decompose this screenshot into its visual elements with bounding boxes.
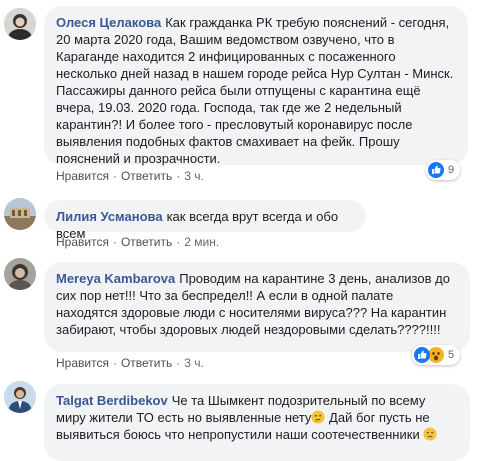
comment-bubble: Олеся Целакова Как гражданка РК требую по… xyxy=(44,6,468,166)
separator: · xyxy=(176,169,181,183)
comment-author[interactable]: Mereya Kambarova xyxy=(56,271,175,286)
reaction-summary[interactable]: 9 xyxy=(426,160,460,180)
comment-bubble: Talgat Berdibekov Че та Шымкент подозрите… xyxy=(44,384,470,461)
comment-actions: Нравится · Ответить · 3 ч. xyxy=(56,168,204,184)
like-icon xyxy=(414,347,430,363)
separator: · xyxy=(176,356,181,370)
comment-text: Как гражданка РК требую пояснений - сего… xyxy=(56,15,454,166)
reply-button[interactable]: Ответить xyxy=(121,356,172,370)
reaction-count: 5 xyxy=(448,349,455,361)
like-icon xyxy=(428,162,444,178)
timestamp[interactable]: 3 ч. xyxy=(184,356,204,370)
separator: · xyxy=(112,356,117,370)
avatar[interactable] xyxy=(4,198,36,230)
reaction-summary[interactable]: 5 xyxy=(412,345,460,365)
comment-actions: Нравится · Ответить · 3 ч. xyxy=(56,355,204,371)
sad-face-emoji xyxy=(423,427,437,441)
separator: · xyxy=(112,235,117,249)
reply-button[interactable]: Ответить xyxy=(121,235,172,249)
thinking-face-emoji xyxy=(311,410,325,424)
timestamp[interactable]: 2 мин. xyxy=(184,235,219,249)
reaction-count: 9 xyxy=(448,164,455,176)
comment-author[interactable]: Олеся Целакова xyxy=(56,15,161,30)
separator: · xyxy=(112,169,117,183)
avatar[interactable] xyxy=(4,381,36,413)
avatar[interactable] xyxy=(4,8,36,40)
like-button[interactable]: Нравится xyxy=(56,235,109,249)
avatar[interactable] xyxy=(4,258,36,290)
like-button[interactable]: Нравится xyxy=(56,356,109,370)
comment-author[interactable]: Talgat Berdibekov xyxy=(56,393,168,408)
timestamp[interactable]: 3 ч. xyxy=(184,169,204,183)
comment-actions: Нравится · Ответить · 2 мин. xyxy=(56,234,219,250)
comment-bubble: Лилия Усманова как всегда врут всегда и о… xyxy=(44,200,366,241)
separator: · xyxy=(176,235,181,249)
comment-bubble: Mereya Kambarova Проводим на карантине 3 … xyxy=(44,262,470,352)
comment-author[interactable]: Лилия Усманова xyxy=(56,209,163,224)
like-button[interactable]: Нравится xyxy=(56,169,109,183)
wow-icon xyxy=(428,347,444,363)
reply-button[interactable]: Ответить xyxy=(121,169,172,183)
